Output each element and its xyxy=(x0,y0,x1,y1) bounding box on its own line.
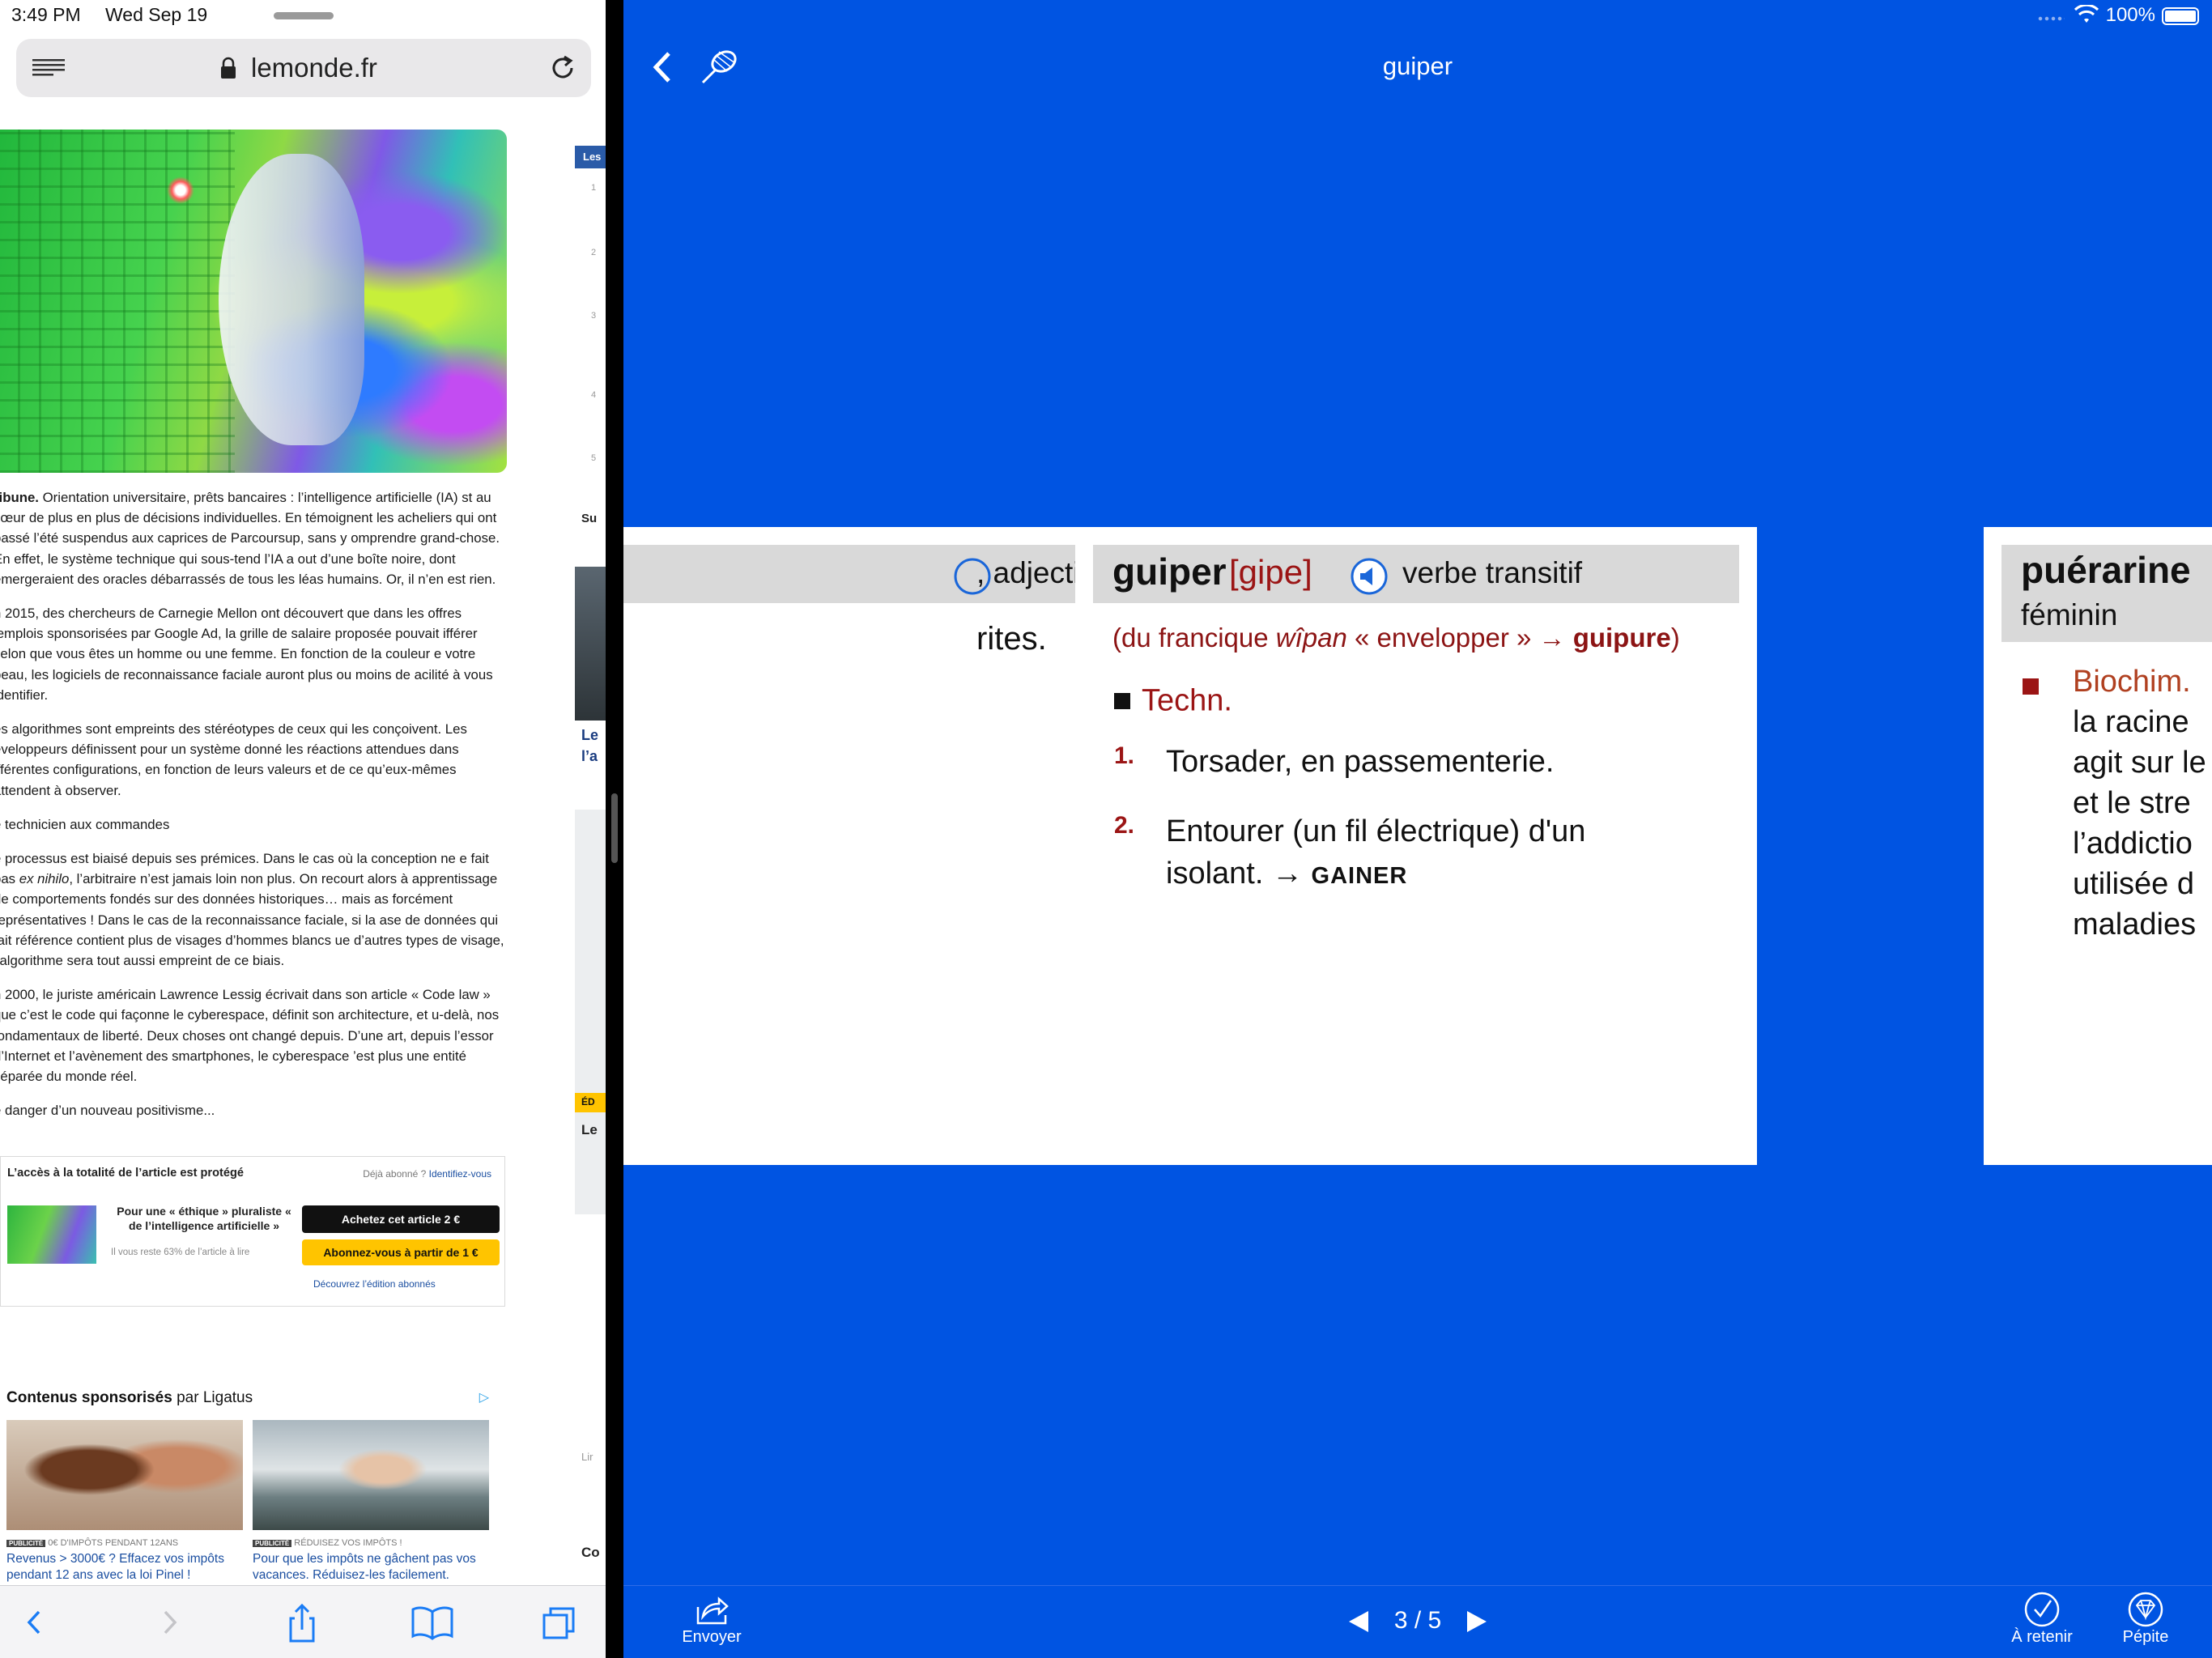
forward-icon[interactable] xyxy=(151,1601,188,1644)
paywall-remaining: Il vous reste 63% de l’article à lire xyxy=(111,1248,250,1257)
wifi-icon xyxy=(2074,5,2099,23)
dictionary-toolbar: Envoyer 3 / 5 À retenir Pépite xyxy=(623,1585,2212,1658)
discover-link[interactable]: Découvrez l’édition abonnés xyxy=(313,1278,436,1290)
lock-icon xyxy=(221,57,236,79)
diamond-icon xyxy=(2128,1592,2163,1627)
ad-title[interactable]: Revenus > 3000€ ? Effacez vos impôts pen… xyxy=(6,1551,243,1584)
paywall-thumbnail xyxy=(7,1205,96,1264)
multitasking-grabber[interactable] xyxy=(274,12,334,19)
status-time: 3:49 PM xyxy=(11,4,81,25)
status-date: Wed Sep 19 xyxy=(105,4,208,25)
current-entry-card: guiper [gipe] verbe transitif (du franci… xyxy=(1075,527,1757,1165)
article-paragraph: n 2015, des chercheurs de Carnegie Mello… xyxy=(0,606,493,703)
already-subscribed: Déjà abonné ? Identifiez-vous xyxy=(363,1168,491,1180)
next-domain: Biochim. xyxy=(2073,665,2191,699)
article-paragraph: n 2000, le juriste américain Lawrence Le… xyxy=(0,987,500,1085)
safari-toolbar xyxy=(0,1585,606,1658)
headword: guiper xyxy=(1112,551,1227,593)
pepite-button[interactable]: Pépite xyxy=(2105,1591,2186,1647)
paywall-article-title: Pour une « éthique » pluraliste « de l’i… xyxy=(117,1205,291,1232)
remember-button[interactable]: À retenir xyxy=(1993,1591,2091,1647)
sponsored-content: Contenus sponsorisés par Ligatus ▷ PUBLI… xyxy=(0,1368,505,1595)
sidebar-column-cropped: Les 1 2 3 4 5 Su Le l’a ÉD Le Lir Co xyxy=(573,146,606,1603)
domain-label: Techn. xyxy=(1114,682,1232,718)
divider-handle[interactable] xyxy=(611,793,618,863)
reader-view-icon[interactable] xyxy=(31,58,66,78)
checkmark-circle-icon xyxy=(2024,1592,2060,1627)
sidebar-photo xyxy=(575,567,606,721)
back-icon[interactable] xyxy=(16,1601,53,1644)
dictionary-pane: 100% guiper , adjectif rites. guiper [gi… xyxy=(623,0,2212,1658)
signal-dots-icon xyxy=(2037,16,2065,21)
sponsored-ad[interactable]: PUBLICITÉ 0€ D'IMPÔTS PENDANT 12ANS Reve… xyxy=(6,1420,243,1584)
buy-article-button[interactable]: Achetez cet article 2 € xyxy=(302,1205,500,1233)
speaker-icon[interactable] xyxy=(1351,558,1388,595)
cross-reference-link[interactable]: GAINER xyxy=(1312,863,1408,889)
most-read-header: Les xyxy=(575,146,606,168)
address-bar[interactable]: lemonde.fr xyxy=(16,39,591,97)
pronunciation: [gipe] xyxy=(1229,553,1312,591)
split-view-divider[interactable] xyxy=(606,0,623,1658)
article-hero-image xyxy=(0,130,507,473)
ad-image xyxy=(6,1420,243,1530)
battery-percent: 100% xyxy=(2105,4,2155,26)
identify-link[interactable]: Identifiez-vous xyxy=(429,1168,491,1180)
previous-page-icon[interactable] xyxy=(1348,1611,1368,1633)
subscribe-button[interactable]: Abonnez-vous à partir de 1 € xyxy=(302,1239,500,1265)
next-gender: féminin xyxy=(2021,598,2118,631)
url-domain: lemonde.fr xyxy=(251,53,377,83)
article-body: ribune. Orientation universitaire, prêts… xyxy=(0,487,508,1134)
battery-icon xyxy=(2162,7,2199,25)
next-entry-card[interactable]: puérarine féminin Biochim. la racine agi… xyxy=(1984,527,2212,1165)
sponsored-title: Contenus sponsorisés par Ligatus xyxy=(6,1389,253,1406)
paywall-title: L’accès à la totalité de l’article est p… xyxy=(7,1167,244,1180)
next-page-icon[interactable] xyxy=(1467,1611,1487,1633)
next-headword: puérarine xyxy=(2021,549,2191,591)
etymology: (du francique wîpan « envelopper » → gui… xyxy=(1112,623,1680,653)
page-indicator: 3 / 5 xyxy=(623,1607,2212,1635)
sponsored-ad[interactable]: PUBLICITÉ RÉDUISEZ VOS IMPÔTS ! Pour que… xyxy=(253,1420,489,1584)
dictionary-navbar: guiper xyxy=(623,32,2212,104)
entry-header: guiper [gipe] verbe transitif xyxy=(1093,545,1739,603)
ad-title[interactable]: Pour que les impôts ne gâchent pas vos v… xyxy=(253,1551,489,1584)
article-subheading: e danger d’un nouveau positivisme... xyxy=(0,1103,215,1119)
tabs-icon[interactable] xyxy=(541,1601,578,1644)
safari-pane: 3:49 PM Wed Sep 19 lemonde.fr ribune. Or… xyxy=(0,0,606,1658)
bookmarks-icon[interactable] xyxy=(410,1601,455,1644)
reload-icon[interactable] xyxy=(547,52,579,84)
paywall-box: L’accès à la totalité de l’article est p… xyxy=(0,1156,505,1307)
entry-title: guiper xyxy=(1382,52,1453,80)
adchoices-icon[interactable]: ▷ xyxy=(479,1389,489,1405)
article-subheading: e technicien aux commandes xyxy=(0,816,170,832)
article-paragraph: ribune. Orientation universitaire, prêts… xyxy=(0,490,500,587)
status-bar-right: 100% xyxy=(1888,0,2212,32)
article-paragraph: e processus est biaisé depuis ses prémic… xyxy=(0,851,504,969)
part-of-speech: verbe transitif xyxy=(1402,556,1583,589)
share-icon[interactable] xyxy=(283,1601,321,1644)
previous-text: rites. xyxy=(976,621,1047,657)
article-paragraph: es algorithmes sont empreints des stéréo… xyxy=(0,721,467,798)
etymology-link[interactable]: guipure xyxy=(1573,623,1671,653)
ad-image xyxy=(253,1420,489,1530)
